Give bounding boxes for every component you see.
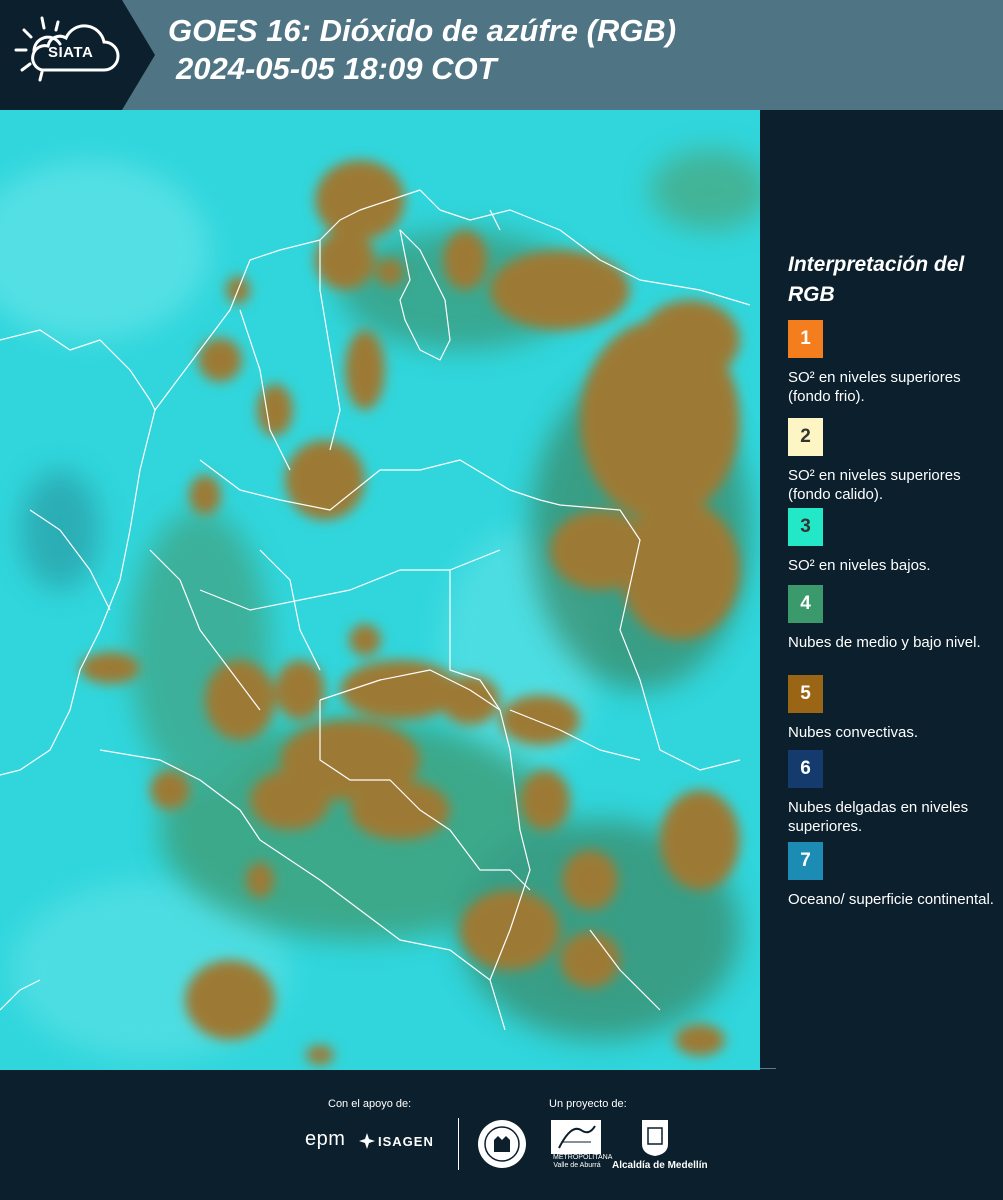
isagen-logo: ISAGEN [378,1134,434,1149]
satellite-map[interactable] [0,110,760,1070]
siata-logo: SIATA [0,0,155,110]
legend-label-3: SO² en niveles bajos. [788,557,931,574]
legend-label-2: SO² en niveles superiores (fondo calido)… [788,467,961,503]
page-title: GOES 16: Dióxido de azúfre (RGB) 2024-05… [168,12,676,88]
title-line2: 2024-05-05 18:09 COT [176,51,497,86]
legend-item-3: 3 SO² en niveles bajos. [788,508,998,575]
legend-label-6: Nubes delgadas en niveles superiores. [788,799,969,835]
legend-panel: Interpretación del RGB 1 SO² en niveles … [760,110,1003,1070]
legend-item-6: 6 Nubes delgadas en niveles superiores. [788,750,998,836]
legend-swatch-3: 3 [788,508,823,546]
legend-swatch-4: 4 [788,585,823,623]
legend-item-4: 4 Nubes de medio y bajo nivel. [788,585,998,652]
logo-text: SIATA [48,44,94,61]
legend-swatch-2: 2 [788,418,823,456]
legend-item-7: 7 Oceano/ superficie continental. [788,842,998,909]
footer-divider [458,1118,459,1170]
epm-logo: epm [305,1128,346,1150]
legend-title: Interpretación del RGB [788,253,965,306]
metro-label: METROPOLITANA Valle de Aburrá [553,1154,613,1169]
isagen-star-icon [359,1133,375,1149]
footer: Con el apoyo de: Un proyecto de: epm ISA… [0,1070,1003,1200]
legend-label-4: Nubes de medio y bajo nivel. [788,634,981,651]
legend-label-5: Nubes convectivas. [788,724,919,741]
medellin-seal-icon [478,1120,526,1168]
title-line1: GOES 16: Dióxido de azúfre (RGB) [168,13,677,48]
support-label: Con el apoyo de: [328,1098,412,1110]
satellite-image [0,110,760,1070]
legend-label-1: SO² en niveles superiores (fondo frio). [788,369,961,405]
area-metropolitana-logo-icon [551,1120,601,1154]
header-bar: SIATA GOES 16: Dióxido de azúfre (RGB) 2… [0,0,1003,110]
legend-swatch-6: 6 [788,750,823,788]
legend-item-2: 2 SO² en niveles superiores (fondo calid… [788,418,998,504]
legend-swatch-1: 1 [788,320,823,358]
legend-item-5: 5 Nubes convectivas. [788,675,998,742]
legend-item-1: 1 SO² en niveles superiores (fondo frio)… [788,320,998,406]
project-label: Un proyecto de: [549,1098,627,1110]
divider-line [760,1068,776,1069]
alcaldia-label: Alcaldía de Medellín [612,1160,708,1171]
legend-swatch-5: 5 [788,675,823,713]
legend-swatch-7: 7 [788,842,823,880]
legend-label-7: Oceano/ superficie continental. [788,891,994,908]
alcaldia-shield-icon [642,1120,668,1156]
